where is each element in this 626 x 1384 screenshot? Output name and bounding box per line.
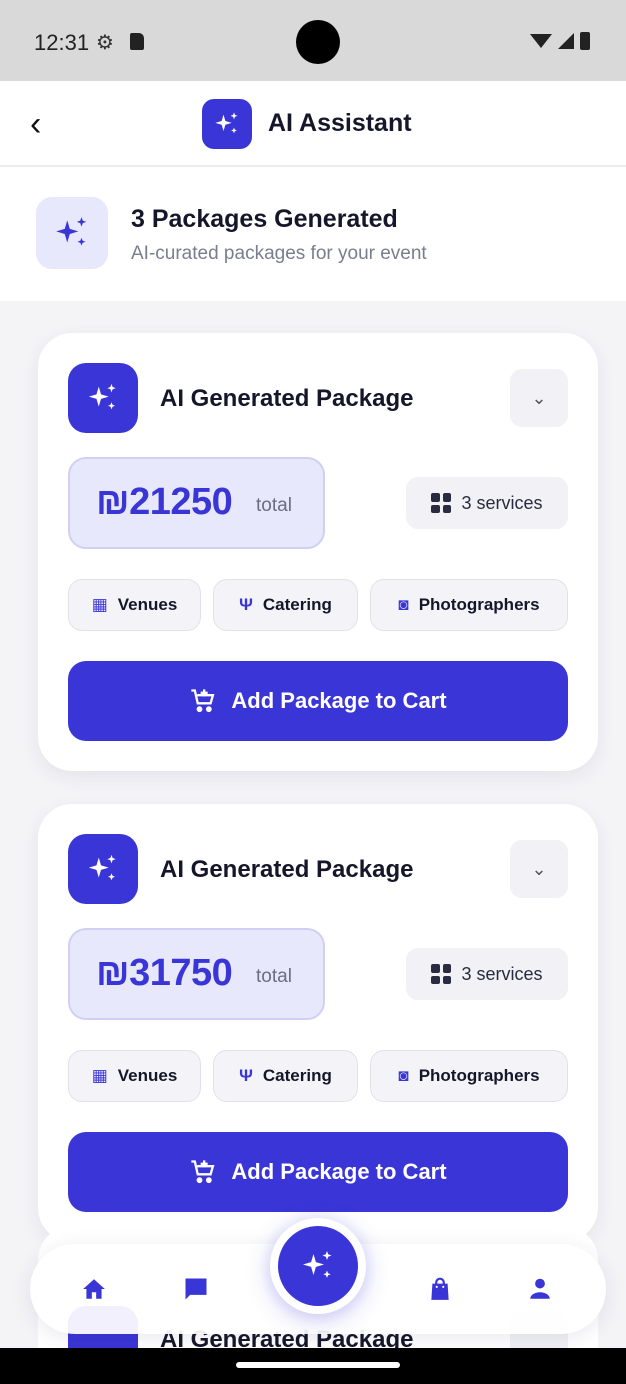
cart-button-label: Add Package to Cart xyxy=(231,1159,447,1184)
chip-label: Catering xyxy=(262,1066,332,1085)
chip-venues[interactable]: ▦ Venues xyxy=(68,579,201,631)
nav-shop[interactable] xyxy=(420,1269,460,1309)
summary-subtitle: AI-curated packages for your event xyxy=(131,243,427,264)
chip-label: Photographers xyxy=(418,595,540,614)
add-package-to-cart-button[interactable]: Add Package to Cart xyxy=(68,1132,568,1212)
status-icons xyxy=(530,32,590,50)
ai-assistant-fab[interactable] xyxy=(270,1218,366,1314)
chevron-down-icon: ⌄ xyxy=(531,858,547,879)
expand-button[interactable]: ⌄ xyxy=(510,369,568,427)
chip-catering[interactable]: Ψ Catering xyxy=(213,1050,358,1102)
nav-chat[interactable] xyxy=(176,1269,216,1309)
wifi-icon xyxy=(530,34,552,48)
nav-home[interactable] xyxy=(74,1269,114,1309)
camera-cutout xyxy=(296,20,340,64)
chip-venues[interactable]: ▦ Venues xyxy=(68,1050,201,1102)
ai-assistant-logo-icon xyxy=(202,99,252,149)
services-count-badge: 3 services xyxy=(406,477,568,529)
chevron-down-icon: ⌄ xyxy=(531,387,547,408)
home-indicator[interactable] xyxy=(236,1362,400,1368)
cart-add-icon xyxy=(191,1160,215,1184)
cart-button-label: Add Package to Cart xyxy=(231,688,447,713)
back-icon[interactable]: ‹ xyxy=(30,105,41,144)
expand-button[interactable]: ⌄ xyxy=(510,840,568,898)
chip-label: Photographers xyxy=(418,1066,540,1085)
nav-profile[interactable] xyxy=(520,1269,560,1309)
chip-label: Venues xyxy=(117,1066,178,1085)
page-title: AI Assistant xyxy=(268,109,412,137)
price-box: ₪31750 total xyxy=(68,928,325,1020)
camera-icon: ◙ xyxy=(398,595,409,614)
price-box: ₪21250 total xyxy=(68,457,325,549)
package-price: ₪31750 xyxy=(96,952,233,994)
app-header: ‹ AI Assistant xyxy=(0,81,626,167)
chip-photographers[interactable]: ◙ Photographers xyxy=(370,579,568,631)
summary-title: 3 Packages Generated xyxy=(131,205,398,233)
grid-icon xyxy=(431,493,452,513)
utensils-icon: Ψ xyxy=(239,595,253,614)
grid-icon xyxy=(431,964,452,984)
chip-label: Catering xyxy=(262,595,332,614)
add-package-to-cart-button[interactable]: Add Package to Cart xyxy=(68,661,568,741)
signal-icon xyxy=(558,33,574,49)
building-icon: ▦ xyxy=(91,1066,108,1085)
system-home-bar xyxy=(0,1348,626,1384)
building-icon: ▦ xyxy=(91,595,108,614)
utensils-icon: Ψ xyxy=(239,1066,253,1085)
status-time: 12:31 xyxy=(34,30,90,55)
status-bar: 12:31 ⚙ xyxy=(0,0,626,81)
generation-summary: 3 Packages Generated AI-curated packages… xyxy=(0,167,626,301)
sparkle-icon xyxy=(68,363,138,433)
battery-icon xyxy=(580,32,590,50)
services-count-badge: 3 services xyxy=(406,948,568,1000)
services-count: 3 services xyxy=(461,492,543,513)
sparkle-icon xyxy=(68,834,138,904)
home-icon xyxy=(83,1279,105,1299)
price-suffix: total xyxy=(256,495,292,516)
chat-icon xyxy=(185,1278,207,1300)
services-count: 3 services xyxy=(461,963,543,984)
package-title: AI Generated Package xyxy=(160,856,414,883)
package-price: ₪21250 xyxy=(96,481,233,523)
person-icon xyxy=(530,1278,550,1299)
chip-label: Venues xyxy=(117,595,178,614)
sd-card-icon xyxy=(130,33,144,50)
sparkle-icon xyxy=(278,1226,358,1306)
bag-icon xyxy=(431,1277,449,1300)
camera-icon: ◙ xyxy=(398,1066,409,1085)
package-card: AI Generated Package ⌄ ₪21250 total 3 se… xyxy=(38,333,598,771)
package-title: AI Generated Package xyxy=(160,385,414,412)
package-card: AI Generated Package ⌄ ₪31750 total 3 se… xyxy=(38,804,598,1242)
cart-add-icon xyxy=(191,689,215,713)
price-suffix: total xyxy=(256,966,292,987)
chip-photographers[interactable]: ◙ Photographers xyxy=(370,1050,568,1102)
settings-notification-icon: ⚙ xyxy=(96,32,114,54)
chip-catering[interactable]: Ψ Catering xyxy=(213,579,358,631)
sparkle-icon xyxy=(36,197,108,269)
